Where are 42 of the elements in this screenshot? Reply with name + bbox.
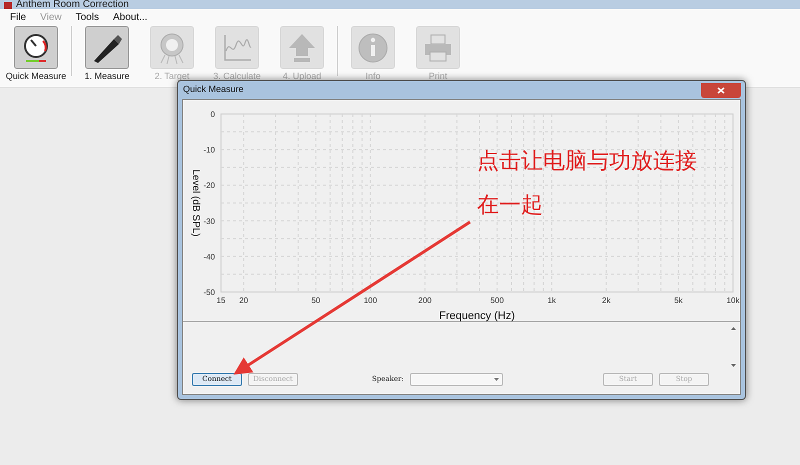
- axis-tick-label: 15: [216, 296, 226, 305]
- axis-tick-label: 20: [239, 296, 248, 305]
- scroll-up-icon: [730, 327, 736, 330]
- toolbar-label: Print: [428, 71, 448, 82]
- axis-tick-label: -40: [203, 252, 215, 262]
- app-icon: [4, 2, 12, 9]
- axis-tick-label: 10k: [726, 296, 740, 305]
- axis-tick-label: -50: [203, 288, 215, 297]
- toolbar-label: Info: [365, 71, 380, 82]
- axis-title: Frequency (Hz): [439, 310, 515, 322]
- annotation-text: 点击让电脑与功放连接: [477, 148, 697, 174]
- dialog-title: Quick Measure: [182, 83, 244, 96]
- toolbar-label: 3. Calculate: [213, 71, 261, 82]
- axis-tick-label: -20: [203, 181, 215, 190]
- close-button[interactable]: [701, 82, 741, 98]
- toolbar-label: Quick Measure: [6, 71, 66, 82]
- axis-tick-label: 100: [364, 296, 378, 305]
- axis-tick-label: 5k: [674, 296, 683, 305]
- window-title: Anthem Room Correction: [16, 0, 129, 9]
- toolbar-label: 2. Target: [154, 71, 190, 82]
- axis-tick-label: 500: [490, 296, 504, 305]
- caret-icon: [494, 378, 499, 381]
- axis-tick-label: 50: [311, 296, 320, 305]
- toolbar-button[interactable]: [14, 26, 58, 69]
- axis-tick-label: -30: [203, 216, 215, 226]
- info-icon: [356, 30, 390, 64]
- toolbar-button[interactable]: [85, 26, 129, 69]
- menu-item[interactable]: About...: [112, 12, 148, 26]
- speaker-dropdown[interactable]: [410, 373, 503, 386]
- axis-title: Level (dB SPL): [190, 169, 201, 237]
- scroll-down-icon: [730, 364, 736, 367]
- axis-tick-label: 200: [418, 296, 432, 305]
- axis-tick-label: 1k: [547, 296, 556, 305]
- axis-tick-label: -10: [203, 146, 215, 155]
- toolbar-label: 1. Measure: [84, 71, 130, 82]
- annotation-text: 在一起: [477, 192, 543, 218]
- toolbar-label: 4. Upload: [282, 71, 322, 82]
- close-icon: [717, 86, 725, 94]
- menu-item[interactable]: Tools: [76, 12, 99, 26]
- axis-tick-label: 2k: [602, 296, 610, 305]
- menu-item[interactable]: File: [10, 12, 26, 26]
- axis-tick-label: 0: [210, 110, 215, 119]
